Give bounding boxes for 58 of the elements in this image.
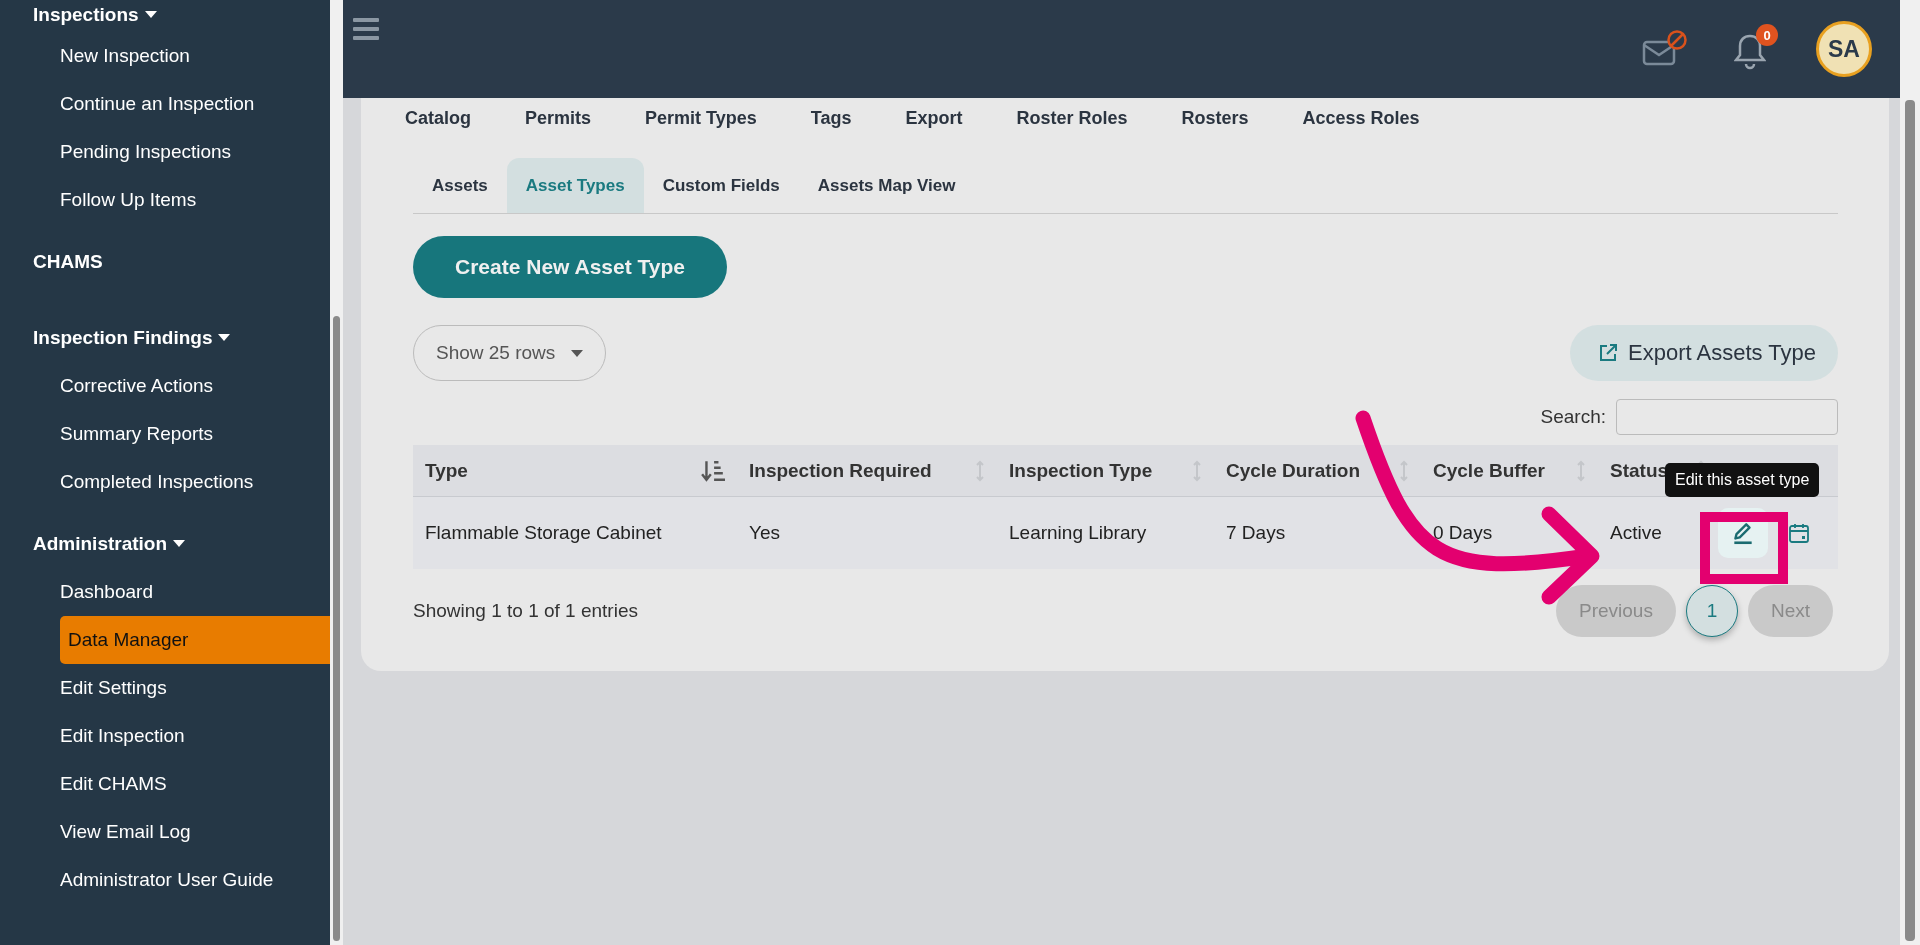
- scrollbar[interactable]: [330, 0, 343, 945]
- tab[interactable]: Assets: [413, 158, 507, 213]
- create-button[interactable]: Create New Asset Type: [413, 236, 727, 298]
- tab[interactable]: Catalog: [405, 107, 496, 129]
- scrollbar[interactable]: [1900, 0, 1920, 945]
- tooltip: Edit this asset type: [1665, 463, 1820, 497]
- sidebar-section-heading[interactable]: Inspection Findings: [0, 314, 330, 362]
- sidebar-item[interactable]: Continue an Inspection: [0, 80, 330, 128]
- sidebar-item[interactable]: Edit Inspection: [0, 712, 330, 760]
- table-cell-text: Learning Library: [1008, 521, 1148, 545]
- sidebar-item[interactable]: Edit Settings: [0, 664, 330, 712]
- sidebar-item[interactable]: New Inspection: [0, 32, 330, 80]
- table-cell-text: Yes: [748, 521, 781, 545]
- tab[interactable]: Assets Map View: [798, 158, 975, 213]
- sidebar-section-heading[interactable]: Administration: [0, 520, 330, 568]
- sort-descending-icon[interactable]: [701, 458, 725, 483]
- tab[interactable]: Roster Roles: [1016, 107, 1153, 129]
- sidebar-link[interactable]: CHAMS: [0, 238, 330, 286]
- sidebar-item[interactable]: Corrective Actions: [0, 362, 330, 410]
- calendar-icon[interactable]: [1788, 522, 1810, 544]
- export-button[interactable]: Export Assets Type: [1570, 325, 1838, 381]
- tab[interactable]: Rosters: [1181, 107, 1274, 129]
- page-button[interactable]: 1: [1685, 585, 1738, 637]
- tab[interactable]: Access Roles: [1302, 107, 1445, 129]
- sidebar-item[interactable]: Pending Inspections: [0, 128, 330, 176]
- bell-icon[interactable]: [1734, 32, 1766, 70]
- sidebar-item[interactable]: Completed Inspections: [0, 458, 330, 506]
- sidebar-item[interactable]: Data Manager: [60, 616, 330, 664]
- sidebar-item[interactable]: Summary Reports: [0, 410, 330, 458]
- sidebar-item[interactable]: Follow Up Items: [0, 176, 330, 224]
- table-cell-text: Flammable Storage Cabinet: [424, 521, 663, 545]
- user-avatar[interactable]: SA: [1816, 21, 1872, 77]
- caret-icon: [571, 349, 584, 357]
- entries-info: Showing 1 to 1 of 1 entries: [413, 600, 638, 622]
- sidebar-item[interactable]: Dashboard: [0, 568, 330, 616]
- tab[interactable]: Custom Fields: [643, 158, 799, 213]
- tab[interactable]: Permit Types: [645, 107, 782, 129]
- tab[interactable]: Export: [905, 107, 988, 129]
- column-header[interactable]: Inspection Type: [1009, 459, 1153, 482]
- sidebar-item[interactable]: Edit CHAMS: [0, 760, 330, 808]
- column-header[interactable]: Inspection Required: [749, 459, 932, 482]
- sidebar-item[interactable]: View Email Log: [0, 808, 330, 856]
- tab[interactable]: Tags: [810, 107, 877, 129]
- column-header[interactable]: Cycle Buffer: [1433, 459, 1545, 482]
- sidebar-item[interactable]: Administrator User Guide: [0, 856, 330, 904]
- search-label: Search:: [1540, 406, 1606, 428]
- column-header[interactable]: Cycle Duration: [1226, 459, 1361, 482]
- export-icon: [1598, 343, 1619, 363]
- tab[interactable]: Asset Types: [506, 158, 644, 213]
- tab[interactable]: Permits: [525, 107, 617, 129]
- sidebar-section-heading[interactable]: Inspections: [0, 0, 330, 30]
- table-cell-text: Active: [1609, 521, 1663, 545]
- table-cell-text: 7 Days: [1225, 521, 1287, 545]
- search-field[interactable]: [1616, 399, 1838, 435]
- table-cell-text: 0 Days: [1432, 521, 1494, 545]
- menu-icon[interactable]: [353, 18, 379, 40]
- notification-badge: 0: [1756, 24, 1778, 46]
- column-header[interactable]: Type: [425, 459, 468, 482]
